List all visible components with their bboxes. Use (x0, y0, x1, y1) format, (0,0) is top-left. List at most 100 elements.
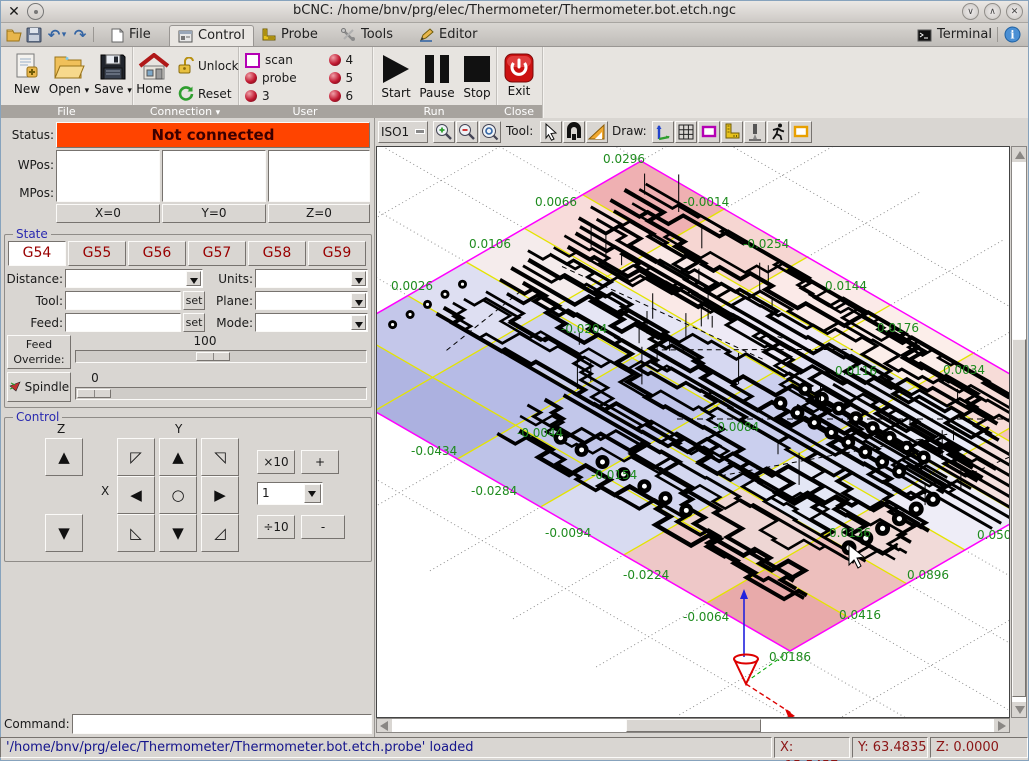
tab-editor[interactable]: Editor (411, 25, 485, 45)
save-file-icon[interactable] (25, 26, 43, 44)
info-icon[interactable]: i (1004, 26, 1022, 44)
jog-z-down-button[interactable]: ▼ (45, 514, 83, 552)
scroll-up-arrow[interactable] (1012, 147, 1026, 162)
wcs-button-g56[interactable]: G56 (128, 241, 186, 266)
minimize-button[interactable]: ∨ (962, 3, 979, 20)
open-file-icon[interactable] (5, 26, 23, 44)
tool-input[interactable] (65, 291, 181, 310)
jog-y-down-button[interactable]: ▼ (159, 514, 197, 552)
draw-grid-button[interactable] (675, 121, 697, 143)
plane-combobox[interactable] (255, 291, 368, 310)
connection-group-label[interactable]: Connection ▾ (132, 105, 238, 118)
jog-x-right-button[interactable]: ▶ (201, 476, 239, 514)
feed-override-slider-handle[interactable] (196, 352, 230, 361)
step-mul10-button[interactable]: ×10 (257, 450, 295, 474)
ruler-tool-button[interactable] (586, 121, 608, 143)
open-button[interactable]: Open ▾ (47, 53, 91, 96)
zero-y-button[interactable]: Y=0 (162, 204, 266, 223)
jog-y-up-button[interactable]: ▲ (159, 438, 197, 476)
save-button[interactable]: Save ▾ (93, 53, 133, 96)
pause-button[interactable]: Pause (417, 53, 457, 100)
scroll-down-arrow[interactable] (1012, 702, 1026, 717)
undo-dropdown-icon[interactable]: ▾ (59, 26, 69, 44)
canvas-hscrollbar[interactable] (376, 718, 1010, 733)
tab-probe[interactable]: Probe (253, 25, 326, 45)
hscroll-thumb[interactable] (626, 719, 761, 732)
user-button-4[interactable]: 4 (329, 51, 372, 69)
start-button[interactable]: Start (377, 53, 415, 100)
chevron-down-icon[interactable] (351, 315, 366, 330)
zoom-out-button[interactable] (456, 121, 478, 143)
jog-y-up-x-left-button[interactable]: ◸ (117, 438, 155, 476)
select-tool-button[interactable] (540, 121, 562, 143)
wcs-button-g58[interactable]: G58 (248, 241, 306, 266)
stop-button[interactable]: Stop (459, 53, 495, 100)
chevron-down-icon[interactable] (304, 484, 321, 503)
user-button-6[interactable]: 6 (329, 87, 372, 105)
maximize-button[interactable]: ∧ (984, 3, 1001, 20)
step-combobox[interactable]: 1 (257, 482, 323, 505)
new-button[interactable]: New (9, 53, 45, 96)
mode-combobox[interactable] (255, 313, 368, 332)
command-input[interactable] (72, 714, 372, 734)
zoom-in-button[interactable] (433, 121, 455, 143)
feed-override-button[interactable]: Feed Override: (7, 335, 71, 369)
jog-stop-button[interactable]: ○ (159, 476, 197, 514)
draw-margin-button[interactable] (698, 121, 720, 143)
draw-ruler-button[interactable] (721, 121, 743, 143)
spindle-slider-handle[interactable] (77, 389, 111, 398)
spindle-button[interactable]: Spindle (7, 372, 71, 402)
scroll-left-arrow[interactable] (377, 719, 392, 732)
home-button[interactable]: Home (135, 53, 173, 96)
jog-x-left-button[interactable]: ◀ (117, 476, 155, 514)
gantry-tool-button[interactable] (563, 121, 585, 143)
spindle-slider[interactable] (75, 387, 367, 400)
title-bar[interactable]: ✕ bCNC: /home/bnv/prg/elec/Thermometer/T… (1, 1, 1028, 23)
distance-combobox[interactable] (65, 269, 203, 288)
canvas-vscrollbar[interactable] (1011, 146, 1027, 718)
jog-z-up-button[interactable]: ▲ (45, 438, 83, 476)
jog-y-down-x-left-button[interactable]: ◺ (117, 514, 155, 552)
chevron-down-icon[interactable] (351, 271, 366, 286)
step-div10-button[interactable]: ÷10 (257, 515, 295, 539)
wcs-button-g57[interactable]: G57 (188, 241, 246, 266)
draw-workarea-button[interactable] (790, 121, 812, 143)
gcode-canvas[interactable]: 0.0296-0.0014-0.02540.01440.01760.00340.… (376, 146, 1010, 718)
draw-probe-button[interactable] (744, 121, 766, 143)
jog-y-up-x-right-button[interactable]: ◹ (201, 438, 239, 476)
unlock-button[interactable]: Unlock (177, 57, 239, 75)
zero-z-button[interactable]: Z=0 (268, 204, 370, 223)
tab-tools[interactable]: Tools (333, 25, 401, 45)
user-button-3[interactable]: 3 (245, 87, 315, 105)
wcs-button-g54[interactable]: G54 (8, 241, 66, 266)
redo-icon[interactable]: ↷ (71, 26, 89, 44)
tool-set-button[interactable]: set (183, 291, 205, 310)
draw-axes-button[interactable] (652, 121, 674, 143)
zoom-fit-button[interactable] (479, 121, 501, 143)
feed-override-slider[interactable] (75, 350, 367, 363)
wcs-button-g55[interactable]: G55 (68, 241, 126, 266)
user-button-scan[interactable]: scan (245, 51, 315, 69)
jog-y-down-x-right-button[interactable]: ◿ (201, 514, 239, 552)
feed-input[interactable] (65, 313, 181, 332)
step-plus-button[interactable]: + (301, 450, 339, 474)
terminal-button[interactable]: Terminal (909, 25, 1000, 45)
scroll-right-arrow[interactable] (994, 719, 1009, 732)
tab-control[interactable]: Control (169, 25, 254, 46)
status-banner[interactable]: Not connected (56, 122, 370, 148)
units-combobox[interactable] (255, 269, 368, 288)
feed-set-button[interactable]: set (183, 313, 205, 332)
chevron-down-icon[interactable] (186, 271, 201, 286)
view-select[interactable]: ISO1 (378, 121, 428, 143)
zero-x-button[interactable]: X=0 (56, 204, 160, 223)
wcs-button-g59[interactable]: G59 (308, 241, 366, 266)
user-button-probe[interactable]: probe (245, 69, 315, 87)
exit-button[interactable]: Exit (500, 53, 538, 98)
vscroll-thumb[interactable] (1012, 339, 1026, 697)
close-button[interactable]: ✕ (1006, 3, 1023, 20)
reset-button[interactable]: Reset (177, 85, 232, 103)
tab-file[interactable]: File (103, 25, 159, 45)
user-button-5[interactable]: 5 (329, 69, 372, 87)
draw-rapid-button[interactable] (767, 121, 789, 143)
step-minus-button[interactable]: - (301, 515, 345, 539)
